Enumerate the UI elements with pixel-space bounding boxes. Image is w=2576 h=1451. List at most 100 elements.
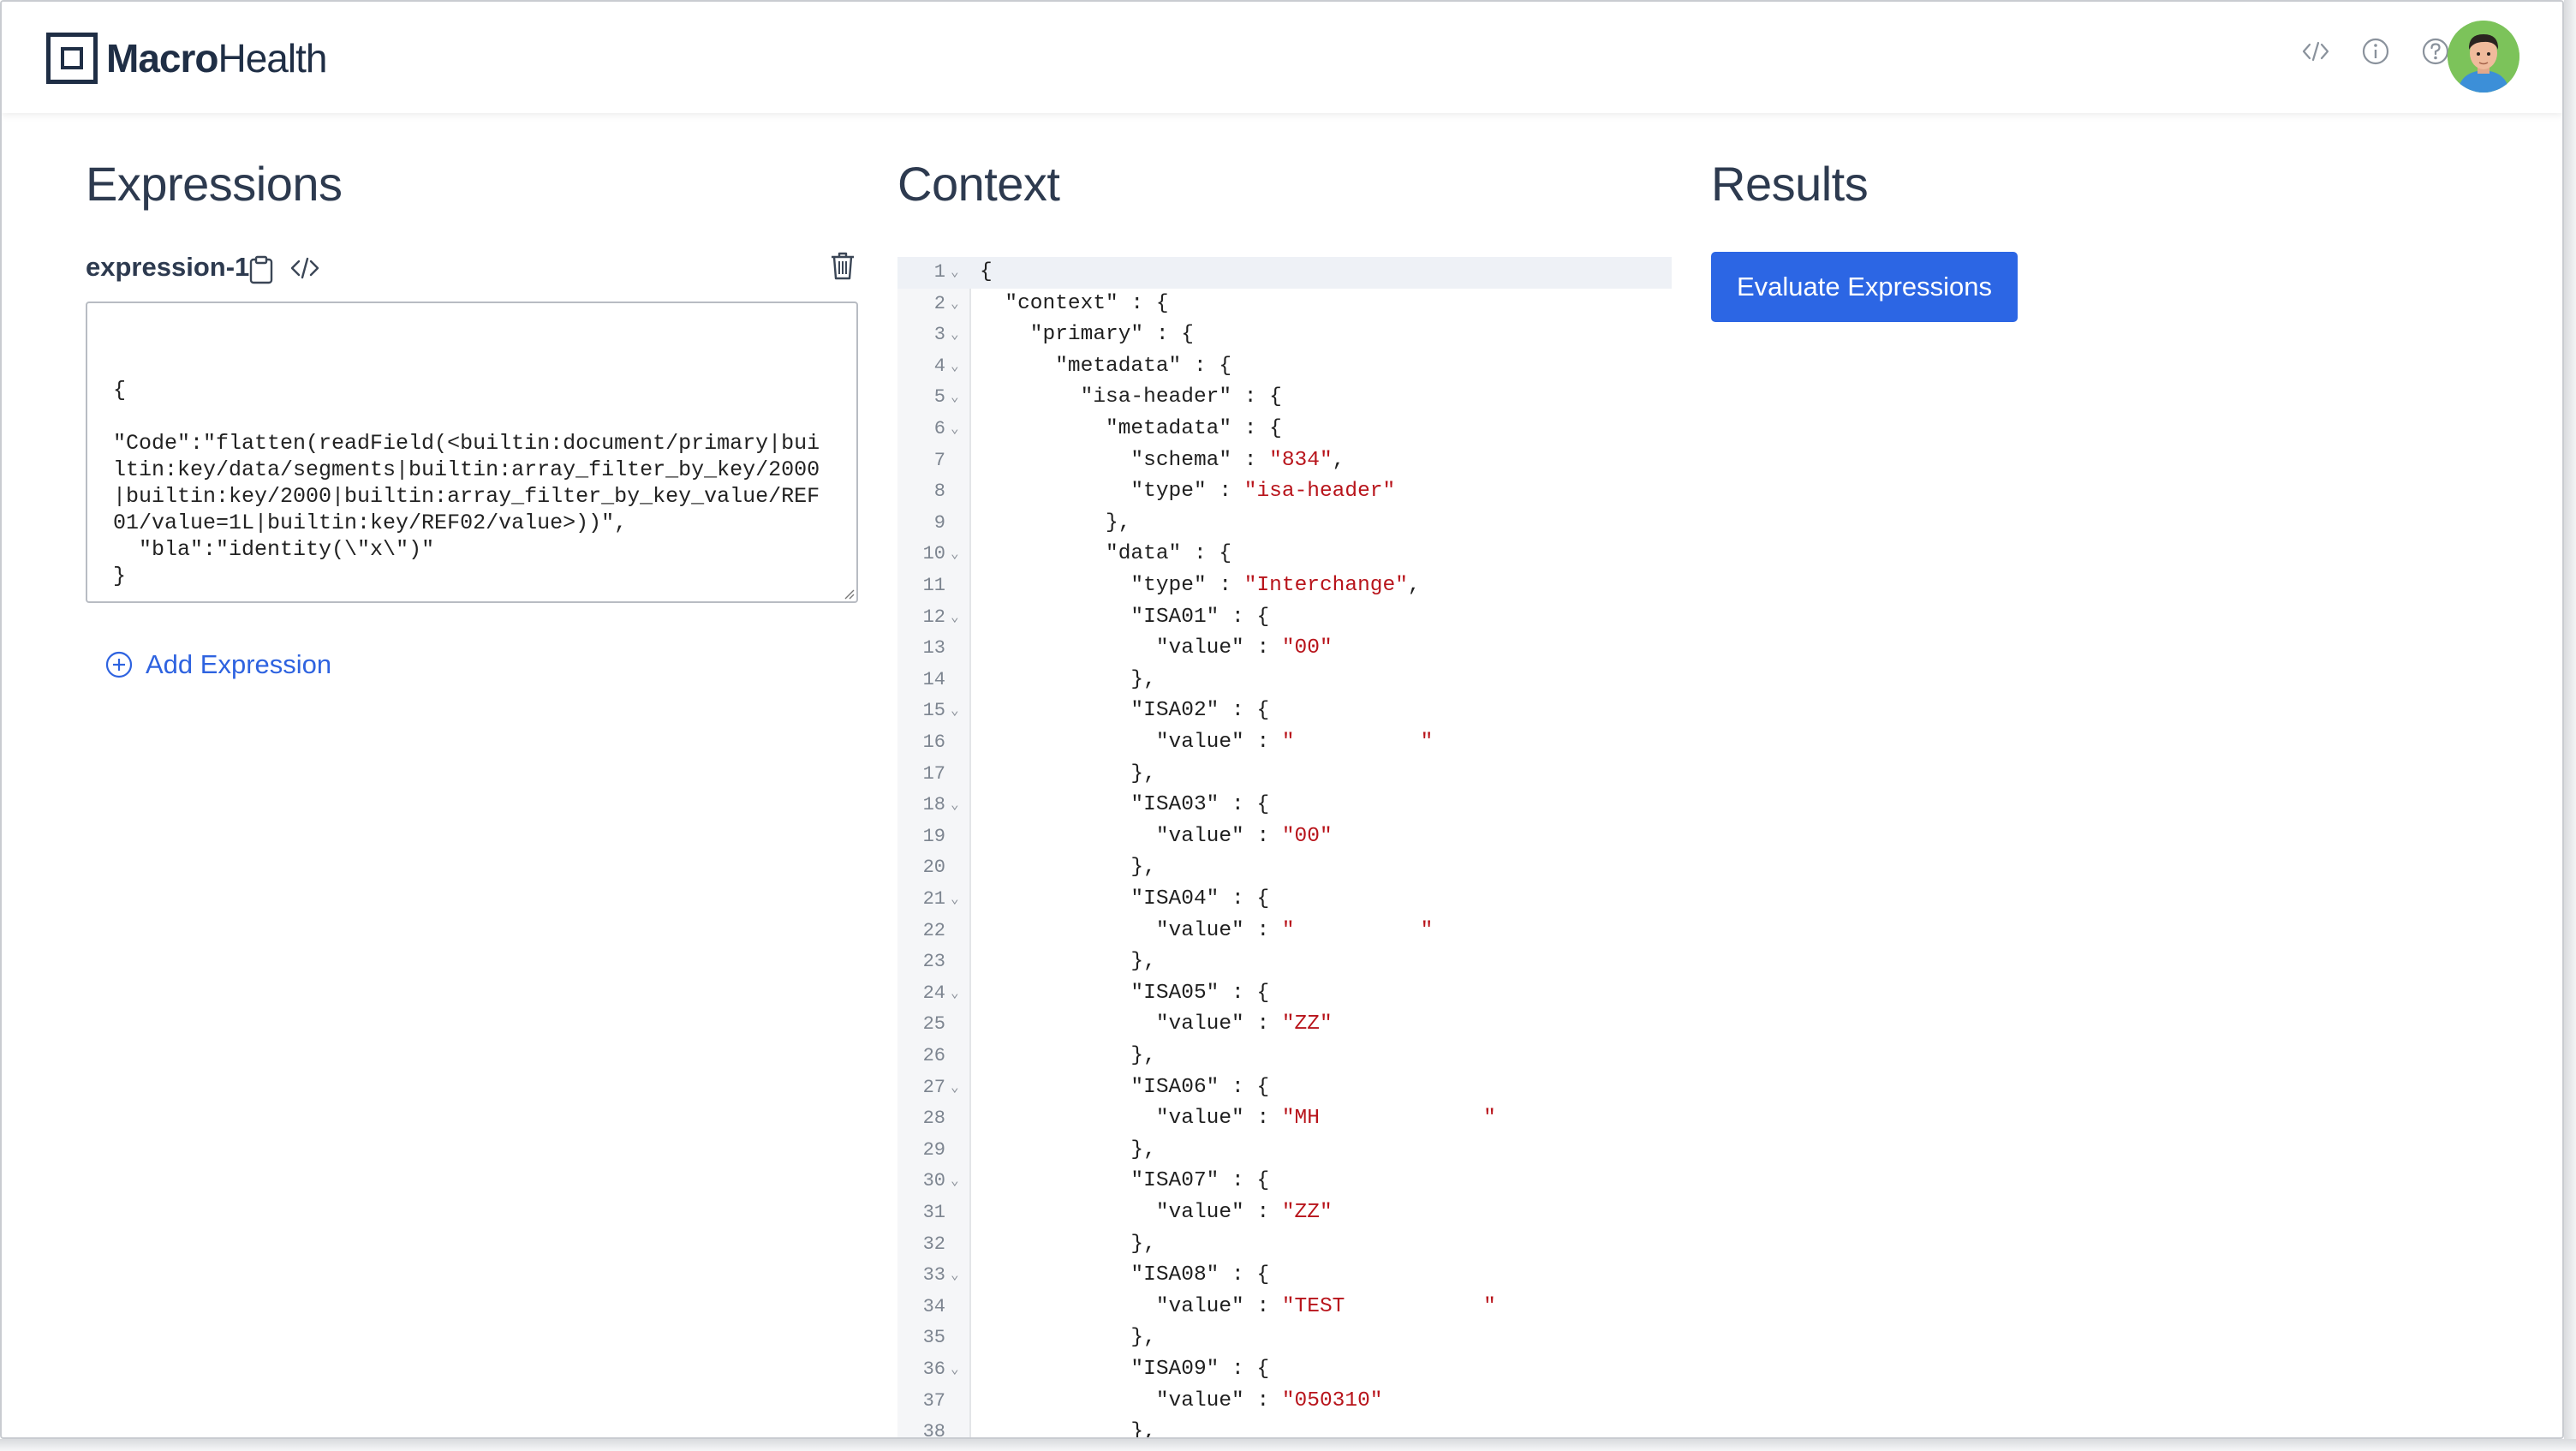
code-line[interactable]: 18 ⌄ "ISA03" : { [897, 790, 1672, 821]
code-text: "ISA03" : { [980, 793, 1270, 817]
code-line[interactable]: 32 }, [897, 1229, 1672, 1261]
string-literal: "ZZ" [1281, 1201, 1333, 1224]
evaluate-expressions-button[interactable]: Evaluate Expressions [1711, 252, 2018, 322]
line-number: 38 [922, 1421, 945, 1439]
fold-chevron-icon[interactable]: ⌄ [951, 602, 959, 634]
line-number: 1 [933, 261, 945, 283]
fold-chevron-icon[interactable]: ⌄ [951, 884, 959, 916]
code-line[interactable]: 19 "value" : "00" [897, 821, 1672, 853]
app-window: MacroHealth Expressions Context Results … [0, 0, 2564, 1439]
code-line[interactable]: 35 }, [897, 1323, 1672, 1354]
code-text: }, [980, 856, 1156, 880]
code-line[interactable]: 12 ⌄ "ISA01" : { [897, 602, 1672, 634]
info-icon[interactable] [2360, 36, 2391, 67]
fold-chevron-icon[interactable]: ⌄ [951, 319, 959, 351]
code-text: "ISA04" : { [980, 887, 1270, 911]
code-line[interactable]: 30 ⌄ "ISA07" : { [897, 1166, 1672, 1197]
fold-chevron-icon[interactable]: ⌄ [951, 1166, 959, 1197]
code-line[interactable]: 11 "type" : "Interchange", [897, 570, 1672, 602]
code-line[interactable]: 10 ⌄ "data" : { [897, 539, 1672, 570]
add-expression-button[interactable]: Add Expression [104, 649, 331, 680]
string-literal: "MH " [1281, 1107, 1496, 1131]
macrohealth-logo[interactable]: MacroHealth [46, 29, 327, 87]
code-line[interactable]: 24 ⌄ "ISA05" : { [897, 978, 1672, 1010]
code-line[interactable]: 17 }, [897, 759, 1672, 791]
code-line[interactable]: 31 "value" : "ZZ" [897, 1197, 1672, 1229]
code-line[interactable]: 25 "value" : "ZZ" [897, 1009, 1672, 1041]
fold-chevron-icon[interactable]: ⌄ [951, 539, 959, 570]
code-line[interactable]: 28 "value" : "MH " [897, 1103, 1672, 1135]
code-text: "value" : "ZZ" [980, 1012, 1333, 1036]
line-number: 37 [922, 1389, 945, 1412]
code-line[interactable]: 23 }, [897, 946, 1672, 978]
code-icon[interactable] [2300, 36, 2331, 67]
line-number: 27 [922, 1076, 945, 1098]
user-avatar[interactable] [2448, 21, 2519, 93]
code-text: }, [980, 761, 1156, 785]
code-line[interactable]: 20 }, [897, 852, 1672, 884]
line-number: 10 [922, 543, 945, 565]
code-line[interactable]: 37 "value" : "050310" [897, 1386, 1672, 1418]
code-line[interactable]: 9 }, [897, 508, 1672, 540]
logo-mark-icon [46, 33, 98, 84]
window-edge-bottom [0, 1439, 2576, 1451]
code-text: "value" : "00" [980, 824, 1333, 848]
resize-handle-icon[interactable] [841, 586, 855, 600]
help-icon[interactable] [2420, 36, 2451, 67]
code-line[interactable]: 15 ⌄ "ISA02" : { [897, 696, 1672, 727]
code-line[interactable]: 27 ⌄ "ISA06" : { [897, 1072, 1672, 1104]
code-line[interactable]: 8 "type" : "isa-header" [897, 476, 1672, 508]
code-line[interactable]: 38 }, [897, 1417, 1672, 1439]
line-number: 19 [922, 825, 945, 847]
code-line[interactable]: 13 "value" : "00" [897, 633, 1672, 665]
code-line[interactable]: 14 }, [897, 665, 1672, 696]
code-text: "value" : "050310" [980, 1388, 1383, 1412]
fold-chevron-icon[interactable]: ⌄ [951, 414, 959, 445]
code-line[interactable]: 21 ⌄ "ISA04" : { [897, 884, 1672, 916]
code-line[interactable]: 34 "value" : "TEST " [897, 1292, 1672, 1323]
fold-chevron-icon[interactable]: ⌄ [951, 978, 959, 1010]
code-text: "data" : { [980, 542, 1232, 566]
line-number: 2 [933, 292, 945, 314]
fold-chevron-icon[interactable]: ⌄ [951, 289, 959, 320]
code-text: "value" : "MH " [980, 1107, 1496, 1131]
line-number: 13 [922, 637, 945, 660]
expression-editor[interactable]: { "Code":"flatten(readField(<builtin:doc… [86, 302, 858, 603]
fold-chevron-icon[interactable]: ⌄ [951, 351, 959, 383]
code-line[interactable]: 29 }, [897, 1135, 1672, 1167]
code-icon[interactable] [289, 255, 320, 284]
trash-icon[interactable] [829, 250, 856, 281]
fold-chevron-icon[interactable]: ⌄ [951, 696, 959, 727]
fold-chevron-icon[interactable]: ⌄ [951, 1260, 959, 1292]
line-number: 36 [922, 1358, 945, 1380]
code-line[interactable]: 6 ⌄ "metadata" : { [897, 414, 1672, 445]
line-number: 21 [922, 888, 945, 910]
code-line[interactable]: 22 "value" : " " [897, 916, 1672, 947]
code-line[interactable]: 7 "schema" : "834", [897, 445, 1672, 477]
clipboard-icon[interactable] [248, 255, 274, 284]
code-text: "value" : " " [980, 731, 1434, 754]
line-number: 11 [922, 575, 945, 596]
code-line[interactable]: 2 ⌄ "context" : { [897, 289, 1672, 320]
code-text: "value" : "TEST " [980, 1294, 1496, 1318]
code-line[interactable]: 36 ⌄ "ISA09" : { [897, 1354, 1672, 1386]
fold-chevron-icon[interactable]: ⌄ [951, 382, 959, 414]
line-number: 31 [922, 1202, 945, 1223]
code-text: "primary" : { [980, 323, 1194, 347]
code-line[interactable]: 26 }, [897, 1041, 1672, 1072]
code-line[interactable]: 3 ⌄ "primary" : { [897, 319, 1672, 351]
code-line[interactable]: 5 ⌄ "isa-header" : { [897, 382, 1672, 414]
fold-chevron-icon[interactable]: ⌄ [951, 1354, 959, 1386]
context-editor[interactable]: 1 ⌄ {2 ⌄ "context" : {3 ⌄ "primary" : {4 ⌄ "m… [897, 257, 1672, 1439]
line-number: 15 [922, 700, 945, 722]
code-text: "metadata" : { [980, 417, 1282, 440]
fold-chevron-icon[interactable]: ⌄ [951, 790, 959, 821]
fold-chevron-icon[interactable]: ⌄ [951, 1072, 959, 1104]
code-line[interactable]: 4 ⌄ "metadata" : { [897, 351, 1672, 383]
fold-chevron-icon[interactable]: ⌄ [951, 257, 959, 289]
code-line[interactable]: 1 ⌄ { [897, 257, 1672, 289]
line-number: 4 [933, 355, 945, 377]
string-literal: "00" [1281, 824, 1333, 848]
code-line[interactable]: 16 "value" : " " [897, 727, 1672, 759]
code-line[interactable]: 33 ⌄ "ISA08" : { [897, 1260, 1672, 1292]
